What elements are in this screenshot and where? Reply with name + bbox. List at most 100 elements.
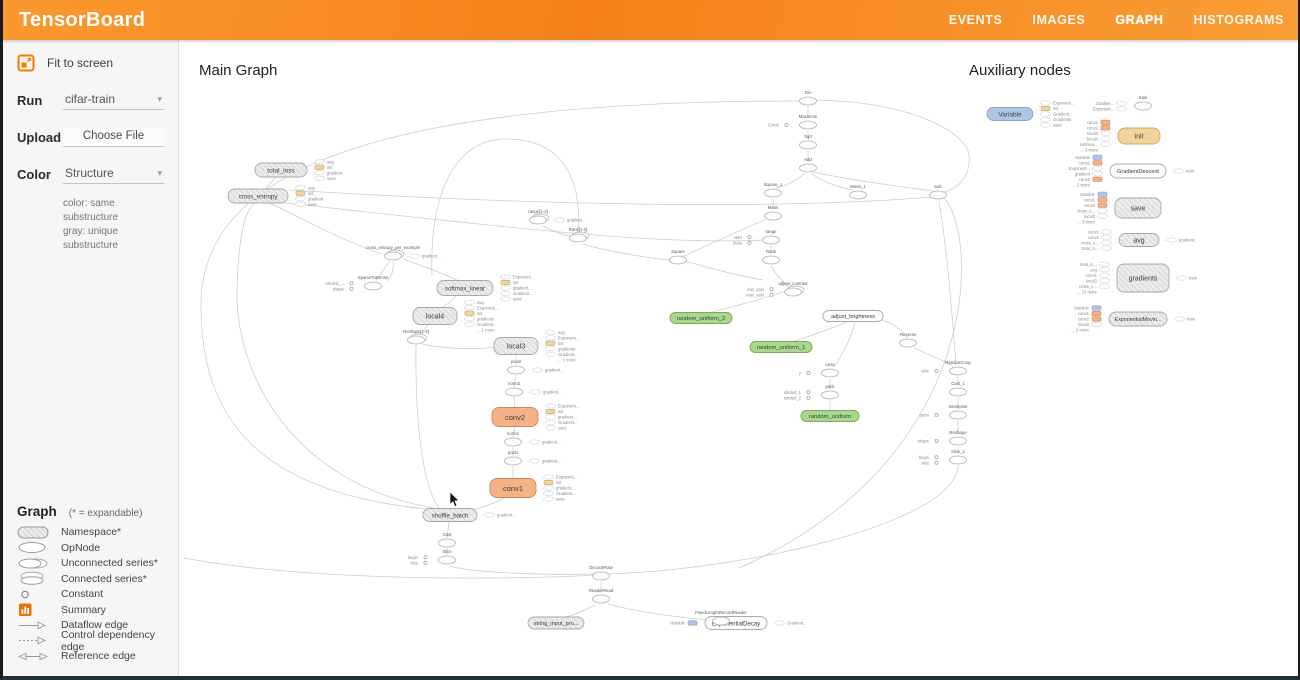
graph-node-range_1_2[interactable]: range[1-2]gradient...	[528, 209, 585, 224]
tab-histograms[interactable]: HISTOGRAMS	[1194, 13, 1285, 27]
svg-text:Maximum: Maximum	[799, 114, 818, 119]
graph-node-init[interactable]: initconv1conv2local3local4softmax...... …	[1080, 120, 1160, 153]
svg-text:Sub: Sub	[934, 184, 942, 189]
graph-node-pool2[interactable]: pool2gradient...	[508, 359, 564, 374]
graph-node-GradientDescent[interactable]: GradientDescentVariableconv1Exponent...g…	[1069, 155, 1195, 188]
graph-node-random_uniform[interactable]: random_uniform	[801, 411, 859, 422]
svg-text:avg: avg	[558, 330, 565, 335]
tab-graph[interactable]: GRAPH	[1115, 13, 1163, 27]
graph-node-string_input_pro[interactable]: string_input_pro...	[528, 617, 584, 629]
svg-text:Add: Add	[804, 157, 812, 162]
graph-svg: total_lossavginitgradientsave cross_entro…	[179, 40, 1298, 676]
graph-node-Div[interactable]: Div	[800, 90, 817, 105]
svg-text:pack: pack	[825, 384, 835, 389]
svg-text:FixedLengthRecordReader: FixedLengthRecordReader	[695, 610, 747, 615]
svg-text:adjust_contrast: adjust_contrast	[778, 281, 808, 286]
upload-row: Upload Choose File	[3, 123, 178, 151]
svg-text:conv1: conv1	[1084, 197, 1096, 202]
svg-text:init: init	[558, 341, 564, 346]
graph-node-ExponentialMovin[interactable]: ExponentialMovin...Variableconv1conv2loc…	[1071, 306, 1196, 333]
graph-node-cross_entropy[interactable]: cross_entropyavginitgradientsave	[228, 185, 324, 207]
graph-node-Slice[interactable]: Slicebeginsize	[408, 549, 456, 565]
graph-node-conv2[interactable]: conv2Exponent...initgradient...Gradient.…	[492, 404, 579, 431]
svg-text:Gradient...: Gradient...	[558, 352, 578, 357]
graph-node-local3[interactable]: local3avgExponent...initgradientsGradien…	[494, 330, 579, 363]
graph-node-Sub[interactable]: Sub	[930, 184, 947, 199]
svg-text:gradient: gradient	[327, 170, 343, 175]
svg-text:gradient...: gradient...	[513, 286, 532, 291]
svg-text:size: size	[411, 560, 419, 565]
graph-node-pack[interactable]: packstrided_1strided_2	[784, 384, 839, 400]
graph-node-shuffle_batch[interactable]: shuffle_batchgradient...	[423, 509, 516, 522]
graph-pane: Main Graph Auxiliary nodes total_lossavg…	[179, 40, 1298, 676]
graph-node-Rank[interactable]: Rank	[763, 249, 780, 264]
svg-text:transpose: transpose	[949, 404, 968, 409]
graph-node-avg[interactable]: avgconv1conv2cross_e...total_lo...gradie…	[1081, 229, 1198, 251]
svg-text:gradients: gradients	[1129, 276, 1158, 283]
graph-node-softmax_linear[interactable]: softmax_linearExponent...initgradient...…	[437, 275, 534, 302]
graph-node-RandomCrop[interactable]: RandomCrop size	[922, 360, 972, 375]
run-select[interactable]: cifar-train ▾	[63, 90, 164, 110]
graph-node-Reverse[interactable]: Reverse	[900, 332, 917, 347]
graph-node-adjust_brightness[interactable]: adjust_brightness	[823, 311, 883, 322]
graph-node-Mean_1[interactable]: Mean_1	[850, 184, 867, 199]
graph-edges	[184, 100, 969, 620]
graph-node-Cast_1[interactable]: Cast_1	[950, 381, 967, 396]
tab-images[interactable]: IMAGES	[1032, 13, 1085, 27]
graph-node-Slice_1[interactable]: Slice_1beginsize	[919, 449, 967, 465]
graph-node-norm2[interactable]: norm2gradient...	[506, 381, 562, 396]
graph-node-ReaderRead[interactable]: ReaderRead	[589, 588, 614, 603]
svg-text:avg: avg	[1090, 267, 1097, 272]
app-title: TensorBoard	[19, 9, 145, 32]
graph-node-range[interactable]: rangestartdelta	[733, 229, 780, 245]
svg-text:Gradient...: Gradient...	[513, 291, 533, 296]
graph-node-Maximum[interactable]: MaximumConst	[768, 114, 818, 129]
graph-node-Reshape[interactable]: Reshapeshape	[918, 430, 968, 445]
svg-text:adjust_brightness: adjust_brightness	[831, 314, 875, 320]
graph-node-Rank_1_2[interactable]: Rank[1-2]	[569, 227, 589, 242]
svg-text:SparseToDense: SparseToDense	[358, 275, 389, 280]
graph-node-Sqrt[interactable]: Sqrt	[800, 134, 817, 149]
fit-to-screen-icon[interactable]	[17, 54, 35, 72]
graph-node-transpose[interactable]: transpose perm	[919, 404, 968, 419]
svg-text:perm: perm	[919, 413, 929, 418]
svg-text:begin: begin	[919, 455, 930, 460]
graph-node-conv1[interactable]: conv1Exponent...initgradient...Gradient.…	[490, 475, 577, 502]
graph-node-norm1[interactable]: norm1gradient...	[505, 431, 561, 446]
graph-node-Reshape_1_3[interactable]: Reshape[1-3]	[403, 329, 429, 344]
choose-file-button[interactable]: Choose File	[63, 127, 164, 147]
graph-canvas[interactable]: total_lossavginitgradientsave cross_entro…	[179, 40, 1298, 676]
svg-text:size: size	[922, 369, 930, 374]
svg-text:RandomCrop: RandomCrop	[945, 360, 971, 365]
graph-node-Cast[interactable]: Cast	[439, 532, 456, 547]
graph-node-train[interactable]: trainGradien...Exponent...	[1093, 95, 1152, 111]
graph-node-adjust_contrast[interactable]: adjust_contrastmin_valumax_valu	[746, 281, 808, 297]
graph-node-Less[interactable]: Lessy	[799, 362, 839, 377]
svg-text:min_valu: min_valu	[747, 287, 764, 292]
graph-node-DecodeRaw[interactable]: DecodeRaw	[589, 565, 613, 580]
sidebar: Fit to screen Run cifar-train ▾ Upload C…	[3, 40, 179, 676]
svg-text:cross_entropy_per_example: cross_entropy_per_example	[366, 245, 421, 250]
graph-node-Variable[interactable]: VariableExponent...initGradient...Gradie…	[987, 101, 1074, 128]
tab-events[interactable]: EVENTS	[949, 13, 1003, 27]
graph-node-gradients[interactable]: gradientstotal_lo...avgconv1local3cross_…	[1077, 262, 1198, 295]
svg-text:Rank: Rank	[766, 249, 777, 254]
graph-node-Add[interactable]: Add	[800, 157, 817, 172]
svg-text:Gradient...: Gradient...	[477, 322, 497, 327]
svg-text:total_lo...: total_lo...	[1082, 246, 1099, 251]
graph-node-SparseToDense[interactable]: SparseToDensestrided_...shape	[326, 275, 389, 291]
svg-text:local3: local3	[507, 344, 525, 351]
svg-text:Mean: Mean	[768, 205, 779, 210]
color-select[interactable]: Structure ▾	[63, 164, 164, 184]
graph-node-total_loss[interactable]: total_lossavginitgradientsave	[255, 159, 343, 181]
svg-text:Exponent...: Exponent...	[1093, 106, 1114, 111]
graph-node-Square[interactable]: Square	[670, 249, 687, 264]
graph-node-save[interactable]: saveVariableconv1conv2cross_e...local3..…	[1077, 192, 1161, 225]
graph-node-random_uniform_2[interactable]: random_uniform_2	[670, 313, 732, 324]
graph-node-Square_1[interactable]: Square_1	[764, 182, 783, 197]
graph-node-Mean[interactable]: Mean	[765, 205, 782, 220]
graph-node-random_uniform_1[interactable]: random_uniform_1	[750, 342, 812, 353]
graph-node-pool1[interactable]: pool1gradient...	[505, 450, 561, 465]
svg-text:GradientDescent: GradientDescent	[1117, 169, 1159, 175]
top-nav: EVENTS IMAGES GRAPH HISTOGRAMS	[919, 13, 1284, 27]
